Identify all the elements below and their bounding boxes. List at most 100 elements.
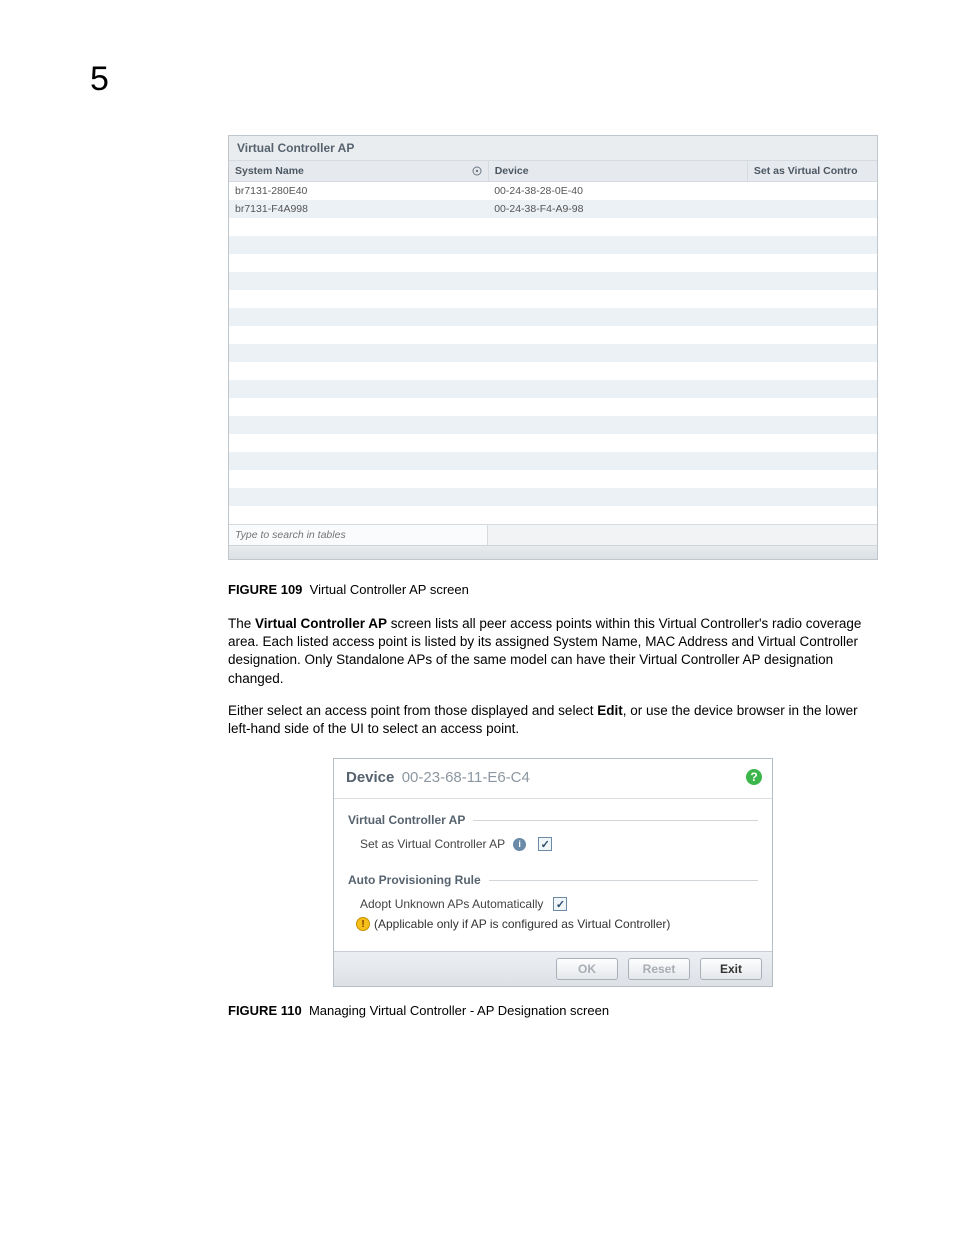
device-dialog: Device 00-23-68-11-E6-C4 ? Virtual Contr… — [333, 758, 773, 987]
table-cell — [747, 470, 877, 488]
fieldset-legend-ap: Auto Provisioning Rule — [348, 873, 758, 887]
table-cell: 00-24-38-F4-A9-98 — [488, 200, 747, 218]
table-cell — [229, 362, 488, 380]
panel-footer — [229, 524, 877, 545]
row-label: Set as Virtual Controller AP — [360, 837, 505, 851]
table-cell — [747, 398, 877, 416]
table-cell — [229, 398, 488, 416]
table-cell — [488, 326, 747, 344]
table-cell — [488, 272, 747, 290]
legend-text: Virtual Controller AP — [348, 813, 465, 827]
table-cell — [488, 218, 747, 236]
table-cell — [747, 254, 877, 272]
exit-button[interactable]: Exit — [700, 958, 762, 980]
table-cell — [488, 290, 747, 308]
table-cell — [229, 506, 488, 524]
table-cell — [747, 272, 877, 290]
figure-text: Managing Virtual Controller - AP Designa… — [309, 1003, 609, 1018]
dialog-body: Virtual Controller AP Set as Virtual Con… — [334, 799, 772, 951]
table-cell — [229, 470, 488, 488]
warning-text: (Applicable only if AP is configured as … — [374, 917, 670, 931]
table-cell — [747, 326, 877, 344]
figure-text: Virtual Controller AP screen — [310, 582, 469, 597]
table-cell — [747, 416, 877, 434]
table-search-input[interactable] — [229, 525, 488, 545]
virtual-controller-panel: Virtual Controller AP System Name Device… — [228, 135, 878, 560]
warning-row: ! (Applicable only if AP is configured a… — [348, 917, 758, 931]
col-header-device[interactable]: Device — [488, 161, 747, 182]
page-number: 5 — [90, 60, 109, 99]
table-cell — [747, 236, 877, 254]
table-row-empty — [229, 362, 877, 380]
table-cell — [229, 326, 488, 344]
figure-label: FIGURE 110 — [228, 1003, 302, 1018]
para1-bold: Virtual Controller AP — [255, 616, 387, 631]
table-row-empty — [229, 236, 877, 254]
table-row-empty — [229, 506, 877, 524]
table-row-empty — [229, 326, 877, 344]
checkbox-adopt-unknown[interactable]: ✓ — [553, 897, 567, 911]
fieldset-legend-vc: Virtual Controller AP — [348, 813, 758, 827]
table-cell — [229, 218, 488, 236]
warning-icon: ! — [356, 917, 370, 931]
table-row-empty — [229, 272, 877, 290]
table-cell — [747, 308, 877, 326]
table-cell — [229, 272, 488, 290]
table-cell — [229, 254, 488, 272]
table-cell — [229, 380, 488, 398]
panel-title: Virtual Controller AP — [229, 136, 877, 161]
table-row-empty — [229, 470, 877, 488]
table-cell — [747, 488, 877, 506]
table-cell — [747, 434, 877, 452]
reset-button[interactable]: Reset — [628, 958, 690, 980]
table-row[interactable]: br7131-280E4000-24-38-28-0E-40 — [229, 182, 877, 201]
row-set-as-vc: Set as Virtual Controller AP i ✓ — [348, 837, 758, 851]
table-cell — [747, 290, 877, 308]
body-paragraph-2: Either select an access point from those… — [228, 702, 878, 738]
table-cell — [488, 308, 747, 326]
table-cell — [488, 236, 747, 254]
table-row-empty — [229, 308, 877, 326]
table-row[interactable]: br7131-F4A99800-24-38-F4-A9-98 — [229, 200, 877, 218]
info-icon[interactable]: i — [513, 838, 526, 851]
row-label: Adopt Unknown APs Automatically — [360, 897, 543, 911]
help-icon[interactable]: ? — [746, 769, 762, 785]
table-row-empty — [229, 344, 877, 362]
fieldset-auto-provisioning: Auto Provisioning Rule Adopt Unknown APs… — [348, 873, 758, 931]
table-cell: br7131-280E40 — [229, 182, 488, 201]
device-id: 00-23-68-11-E6-C4 — [402, 769, 530, 786]
table-row-empty — [229, 398, 877, 416]
sort-indicator-icon — [472, 166, 482, 176]
table-cell — [488, 488, 747, 506]
table-cell — [229, 488, 488, 506]
checkbox-set-as-vc[interactable]: ✓ — [538, 837, 552, 851]
table-row-empty — [229, 218, 877, 236]
ok-button[interactable]: OK — [556, 958, 618, 980]
para1-lead: The — [228, 616, 255, 631]
table-cell — [488, 470, 747, 488]
table-row-empty — [229, 290, 877, 308]
figure-caption-109: FIGURE 109 Virtual Controller AP screen — [228, 582, 878, 597]
col-header-system-name[interactable]: System Name — [229, 161, 488, 182]
table-cell — [488, 506, 747, 524]
table-cell — [488, 344, 747, 362]
ap-table: System Name Device Set as Virtual Contro… — [229, 161, 877, 524]
body-paragraph-1: The Virtual Controller AP screen lists a… — [228, 615, 878, 688]
table-cell — [488, 380, 747, 398]
table-cell — [229, 452, 488, 470]
table-cell — [747, 506, 877, 524]
table-row-empty — [229, 254, 877, 272]
row-adopt-unknown: Adopt Unknown APs Automatically ✓ — [348, 897, 758, 911]
table-cell — [229, 416, 488, 434]
figure-label: FIGURE 109 — [228, 582, 302, 597]
legend-text: Auto Provisioning Rule — [348, 873, 481, 887]
dialog-footer: OK Reset Exit — [334, 951, 772, 986]
table-row-empty — [229, 380, 877, 398]
fieldset-virtual-controller: Virtual Controller AP Set as Virtual Con… — [348, 813, 758, 851]
table-row-empty — [229, 434, 877, 452]
table-cell: br7131-F4A998 — [229, 200, 488, 218]
table-cell — [747, 344, 877, 362]
table-cell — [747, 362, 877, 380]
table-cell — [229, 344, 488, 362]
col-header-set-as[interactable]: Set as Virtual Contro — [747, 161, 877, 182]
